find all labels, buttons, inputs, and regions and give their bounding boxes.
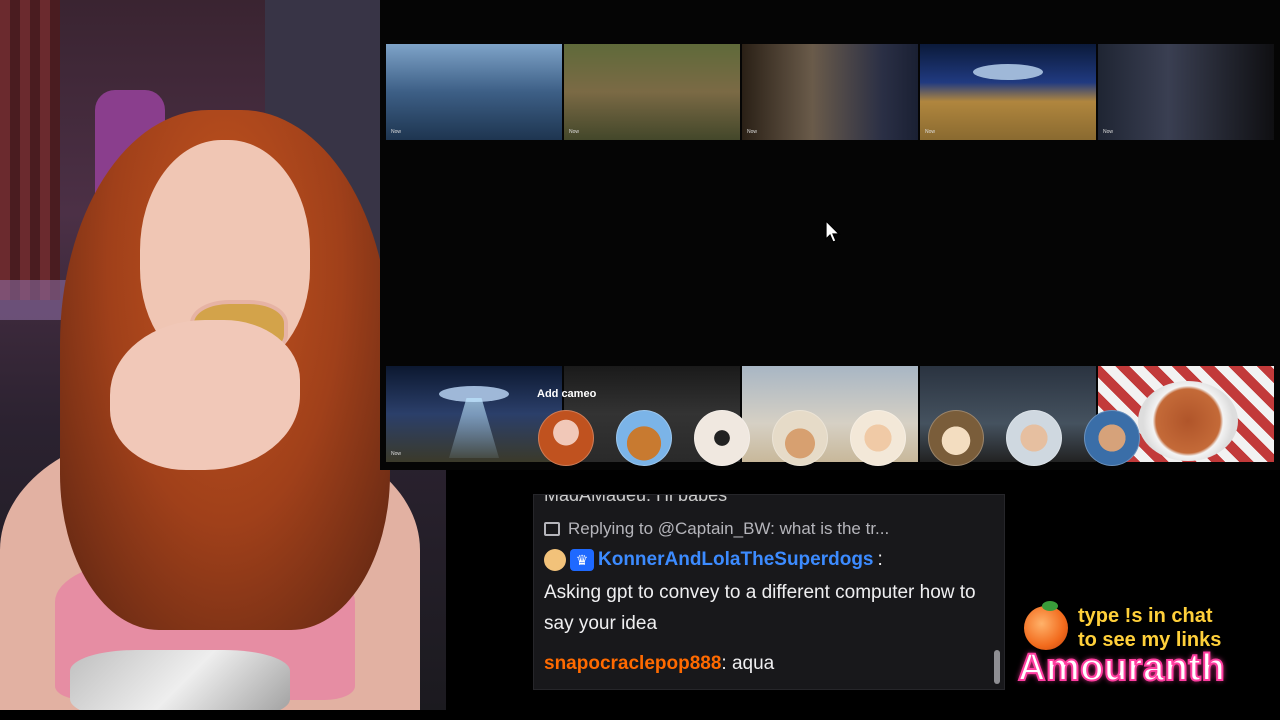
thumb-badge: Now [1103,129,1114,135]
video-thumbnail[interactable]: Now [564,44,740,140]
top-thumbnail-row: Now Now Now Now Now [386,44,1274,140]
chat-username[interactable]: KonnerAndLolaTheSuperdogs [598,549,874,571]
mouse-cursor-icon [825,220,841,243]
cameo-avatar[interactable] [616,410,672,466]
chat-scrollbar[interactable] [994,650,1000,684]
streamer-hand [110,320,300,470]
chat-message-2: snapocraclepop888: aqua [544,653,775,674]
stream-branding: type !s in chat to see my links Amourant… [1017,601,1273,693]
cameo-avatar[interactable] [850,410,906,466]
cameo-avatar[interactable] [538,410,594,466]
video-thumbnail[interactable]: Now [920,44,1096,140]
chat-username-2[interactable]: snapocraclepop888 [544,653,721,674]
foil-wrapper [70,650,290,710]
chat-overlay: MadAMadeu: Hi babes Replying to @Captain… [533,494,1005,690]
reply-text: Replying to @Captain_BW: what is the tr.… [568,519,890,538]
thumb-badge: Now [569,129,580,135]
cameo-avatar[interactable] [1084,410,1140,466]
thumb-badge: Now [747,129,758,135]
cameo-avatar[interactable] [772,410,828,466]
video-thumbnail[interactable]: Now [742,44,918,140]
chat-message-text: Asking gpt to convey to a different comp… [544,582,976,634]
chat-previous-line: MadAMadeu: Hi babes [544,494,728,505]
thumb-badge: Now [925,129,936,135]
chat-message-2-text: aqua [731,653,775,674]
video-thumbnail[interactable]: Now [1098,44,1274,140]
cameo-avatar[interactable] [928,410,984,466]
reply-icon [544,522,560,536]
cameo-avatar[interactable] [1006,410,1062,466]
peach-icon [1024,606,1068,650]
video-thumbnail[interactable]: Now [386,44,562,140]
video-thumbnail[interactable]: Now [386,366,562,462]
soup-bowl [1138,381,1238,461]
cameo-avatar[interactable] [694,410,750,466]
streamer-name: Amouranth [1017,646,1226,690]
thumb-badge: Now [391,129,402,135]
peach-leaf-icon [1042,601,1058,611]
ufo-shape [973,64,1043,80]
background-curtain [0,0,60,300]
add-cameo-label: Add cameo [537,388,597,400]
ufo-beam [449,398,499,458]
crown-badge-icon: ♛ [570,549,594,571]
chat-reply-context: Replying to @Captain_BW: what is the tr.… [544,519,889,539]
thumb-badge: Now [391,451,402,457]
user-badge-icon [544,549,566,571]
branding-line-1: type !s in chat [1078,605,1213,627]
chat-message-header: ♛ KonnerAndLolaTheSuperdogs: [544,549,883,571]
cameo-avatar-row [538,410,1140,466]
